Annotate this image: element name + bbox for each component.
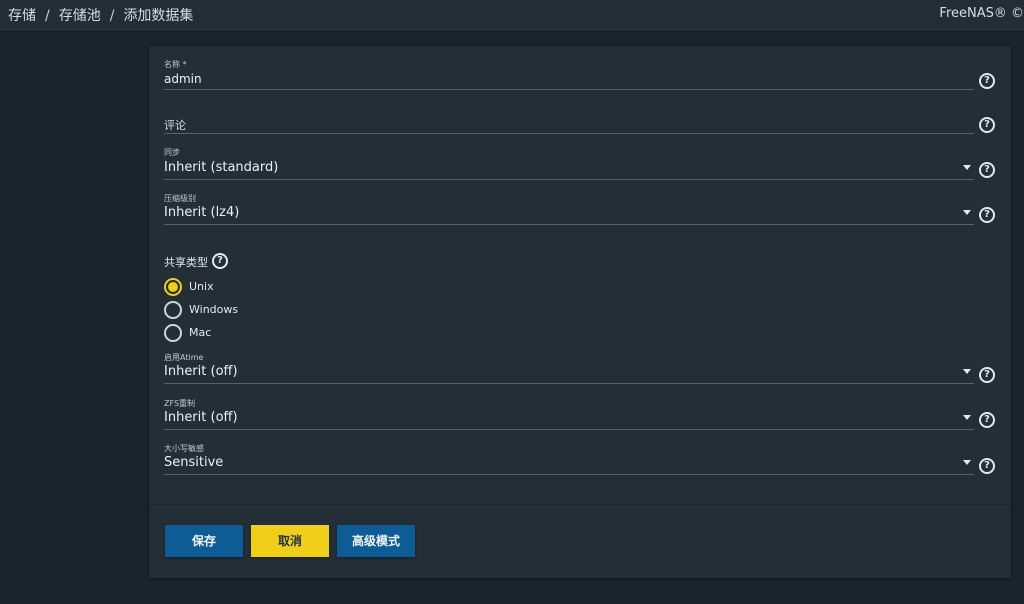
name-label: 名称 * xyxy=(164,60,187,69)
share-type-option-label: Mac xyxy=(189,326,212,339)
comment-field[interactable]: 评论 xyxy=(164,115,974,134)
compression-help-icon[interactable]: ? xyxy=(979,207,995,223)
radio-circle[interactable] xyxy=(164,301,182,319)
zfs-dedup-label: ZFS重制 xyxy=(164,399,196,408)
atime-label: 启用Atime xyxy=(164,353,204,362)
zfs-dedup-help-icon[interactable]: ? xyxy=(979,412,995,428)
share-type-help-icon[interactable]: ? xyxy=(212,253,228,269)
chevron-down-icon[interactable] xyxy=(963,369,971,374)
sync-value[interactable]: Inherit (standard) xyxy=(164,160,278,175)
chevron-down-icon[interactable] xyxy=(963,460,971,465)
chevron-down-icon[interactable] xyxy=(963,210,971,215)
breadcrumb-separator: / xyxy=(45,8,50,24)
form-divider xyxy=(149,504,1011,505)
sync-label: 同步 xyxy=(164,148,180,157)
radio-circle[interactable] xyxy=(164,324,182,342)
share-type-option-label: Unix xyxy=(189,280,214,293)
atime-value[interactable]: Inherit (off) xyxy=(164,364,238,379)
add-dataset-form: 名称 * admin ? 评论 ? 同步 Inherit (standard) … xyxy=(149,46,1011,578)
sync-help-icon[interactable]: ? xyxy=(979,162,995,178)
case-sensitivity-help-icon[interactable]: ? xyxy=(979,458,995,474)
name-field[interactable]: 名称 * admin xyxy=(164,59,974,90)
share-type-unix-radio[interactable]: Unix xyxy=(164,278,364,296)
zfs-dedup-select[interactable]: ZFS重制 Inherit (off) xyxy=(164,398,974,430)
name-help-icon[interactable]: ? xyxy=(979,73,995,89)
atime-select[interactable]: 启用Atime Inherit (off) xyxy=(164,352,974,384)
chevron-down-icon[interactable] xyxy=(963,165,971,170)
breadcrumb-item-pools[interactable]: 存储池 xyxy=(59,8,101,24)
case-sensitivity-value[interactable]: Sensitive xyxy=(164,455,223,470)
breadcrumb-item-storage[interactable]: 存储 xyxy=(8,8,36,24)
case-sensitivity-select[interactable]: 大小写敏感 Sensitive xyxy=(164,443,974,475)
share-type-mac-radio[interactable]: Mac xyxy=(164,324,364,342)
compression-value[interactable]: Inherit (lz4) xyxy=(164,205,239,220)
atime-help-icon[interactable]: ? xyxy=(979,367,995,383)
cancel-button[interactable]: 取消 xyxy=(251,525,329,557)
compression-label: 压缩级别 xyxy=(164,194,196,203)
comment-help-icon[interactable]: ? xyxy=(979,117,995,133)
chevron-down-icon[interactable] xyxy=(963,415,971,420)
comment-input[interactable]: 评论 xyxy=(164,117,186,133)
sync-select[interactable]: 同步 Inherit (standard) xyxy=(164,147,974,180)
breadcrumb-item-add-dataset: 添加数据集 xyxy=(123,8,194,24)
breadcrumb: 存储 / 存储池 / 添加数据集 xyxy=(8,5,193,25)
radio-dot xyxy=(168,282,178,292)
share-type-option-label: Windows xyxy=(189,303,239,316)
advanced-mode-button[interactable]: 高级模式 xyxy=(337,525,415,557)
compression-select[interactable]: 压缩级别 Inherit (lz4) xyxy=(164,193,974,225)
share-type-windows-radio[interactable]: Windows xyxy=(164,301,364,319)
zfs-dedup-value[interactable]: Inherit (off) xyxy=(164,410,238,425)
case-sensitivity-label: 大小写敏感 xyxy=(164,444,204,453)
brand-copyright: FreeNAS® © xyxy=(939,6,1024,21)
save-button[interactable]: 保存 xyxy=(165,525,243,557)
top-bar: 存储 / 存储池 / 添加数据集 FreeNAS® © xyxy=(0,0,1024,32)
breadcrumb-separator: / xyxy=(109,8,115,24)
share-type-label: 共享类型 xyxy=(164,256,208,269)
name-input[interactable]: admin xyxy=(164,72,202,86)
